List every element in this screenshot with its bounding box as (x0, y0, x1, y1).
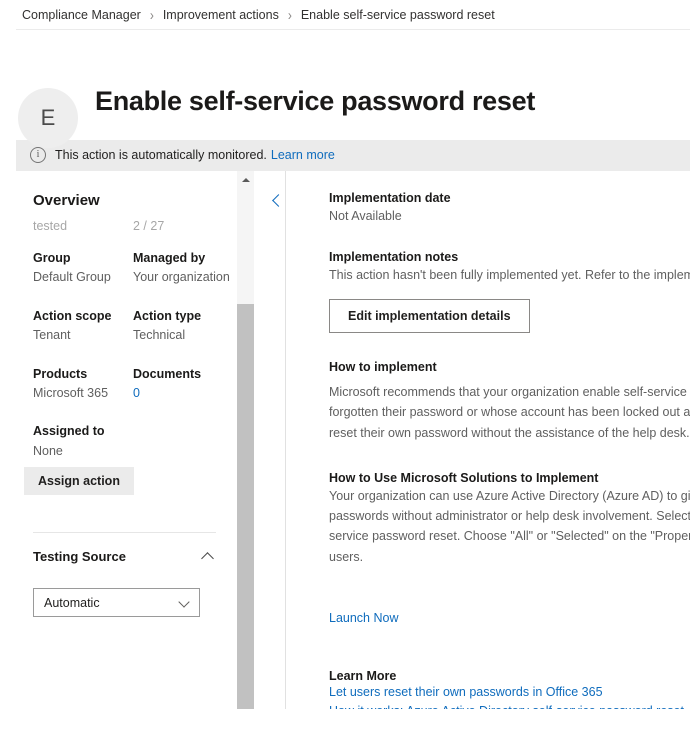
overview-panel-title: Overview (33, 192, 100, 209)
info-message-text: This action is automatically monitored. (55, 148, 267, 162)
testing-source-selected-value: Automatic (44, 595, 100, 610)
overview-row-products: Products Microsoft 365 Documents 0 (33, 365, 236, 404)
action-scope-label: Action scope (33, 308, 112, 323)
testing-source-label: Testing Source (33, 549, 126, 564)
breadcrumb: Compliance Manager › Improvement actions… (0, 0, 690, 29)
implementation-notes-text: This action hasn't been fully implemente… (329, 268, 690, 282)
implementation-details-panel: Implementation date Not Available Implem… (286, 171, 690, 709)
implementation-date-value: Not Available (329, 209, 402, 223)
how-to-implement-text: Microsoft recommends that your organizat… (329, 385, 690, 440)
how-to-use-line2a: administrator or help desk involvement. … (435, 509, 690, 523)
breadcrumb-item-compliance-manager[interactable]: Compliance Manager (22, 8, 141, 22)
clipped-row-value: 2 / 27 (133, 219, 165, 230)
clipped-row-label: tested (33, 219, 68, 230)
edit-implementation-details-button[interactable]: Edit implementation details (329, 299, 530, 333)
breadcrumb-separator-icon: › (149, 5, 154, 24)
overview-row-action-scope: Action scope Tenant Action type Technica… (33, 307, 236, 346)
managed-by-value: Your organization (133, 270, 230, 285)
group-label: Group (33, 251, 71, 265)
implementation-date-label: Implementation date (329, 191, 451, 205)
launch-now-link[interactable]: Launch Now (329, 611, 399, 625)
scrollbar-thumb[interactable] (237, 304, 254, 709)
implementation-notes-label: Implementation notes (329, 250, 459, 264)
documents-label: Documents (133, 366, 202, 381)
how-to-use-heading: How to Use Microsoft Solutions to Implem… (329, 470, 599, 485)
info-message-bar: i This action is automatically monitored… (16, 140, 690, 170)
learn-more-link-1[interactable]: Let users reset their own passwords in O… (329, 683, 690, 702)
page-header: E Enable self-service password reset (0, 30, 690, 148)
overview-row-group: Group Default Group Managed by Your orga… (33, 249, 236, 288)
info-icon: i (30, 147, 46, 163)
chevron-up-icon[interactable] (202, 551, 214, 563)
testing-source-select[interactable]: Automatic (33, 588, 200, 617)
action-type-label: Action type (133, 308, 202, 323)
action-scope-value: Tenant (33, 328, 71, 343)
content-area: Overview tested 2 / 27 Group Default Gro… (16, 170, 690, 709)
overview-row-clipped: tested 2 / 27 (33, 217, 236, 230)
page-title: Enable self-service password reset (95, 86, 536, 116)
assigned-to-value: None (33, 443, 63, 458)
overview-row-assigned-to: Assigned to None (33, 422, 236, 461)
info-learn-more-link[interactable]: Learn more (271, 148, 335, 162)
avatar: E (18, 88, 78, 148)
learn-more-link-2[interactable]: How it works: Azure Active Directory sel… (329, 702, 690, 709)
overview-panel: Overview tested 2 / 27 Group Default Gro… (16, 171, 236, 709)
overview-details-grid: tested 2 / 27 Group Default Group Manage… (16, 217, 236, 461)
chevron-down-icon (179, 597, 190, 608)
assign-action-button[interactable]: Assign action (24, 467, 134, 495)
documents-count-link[interactable]: 0 (133, 384, 231, 403)
overview-panel-scrollbar[interactable] (237, 171, 254, 709)
products-label: Products (33, 366, 88, 381)
how-to-implement-heading: How to implement (329, 360, 437, 374)
managed-by-label: Managed by (133, 251, 206, 265)
action-type-value: Technical (133, 328, 186, 343)
caret-up-icon[interactable] (237, 171, 254, 188)
breadcrumb-item-current: Enable self-service password reset (300, 7, 495, 22)
chevron-left-icon[interactable] (270, 193, 286, 209)
learn-more-heading: Learn More (329, 668, 397, 683)
assigned-to-label: Assigned to (33, 424, 105, 439)
testing-source-section-header[interactable]: Testing Source (16, 533, 236, 564)
breadcrumb-item-improvement-actions[interactable]: Improvement actions (163, 8, 279, 22)
breadcrumb-separator-icon: › (287, 5, 292, 24)
avatar-initial: E (40, 105, 56, 130)
products-value: Microsoft 365 (33, 385, 109, 400)
group-value: Default Group (33, 270, 111, 285)
how-to-use-text: Your organization can use Azure Active D… (329, 486, 690, 567)
